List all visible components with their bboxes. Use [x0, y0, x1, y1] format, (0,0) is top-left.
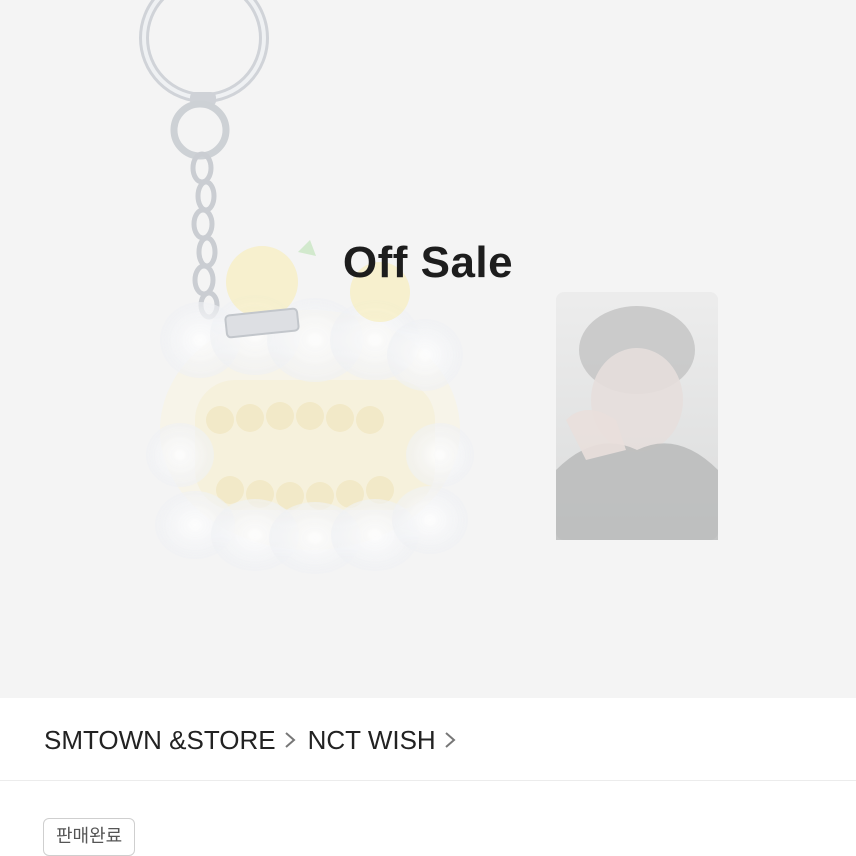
- product-illustration: [139, 0, 718, 574]
- product-hero-image: Off Sale: [0, 0, 856, 698]
- chevron-right-icon: [284, 732, 296, 748]
- status-badge: 판매완료: [43, 818, 136, 856]
- photocard-icon: [556, 292, 718, 540]
- section-divider: [0, 780, 856, 781]
- chevron-right-icon: [445, 732, 456, 748]
- breadcrumb-item-artist[interactable]: NCT WISH: [308, 725, 436, 756]
- breadcrumb: SMTOWN &STORE NCT WISH: [44, 720, 462, 760]
- off-sale-label: Off Sale: [342, 238, 514, 287]
- breadcrumb-item-store[interactable]: SMTOWN &STORE: [44, 725, 276, 756]
